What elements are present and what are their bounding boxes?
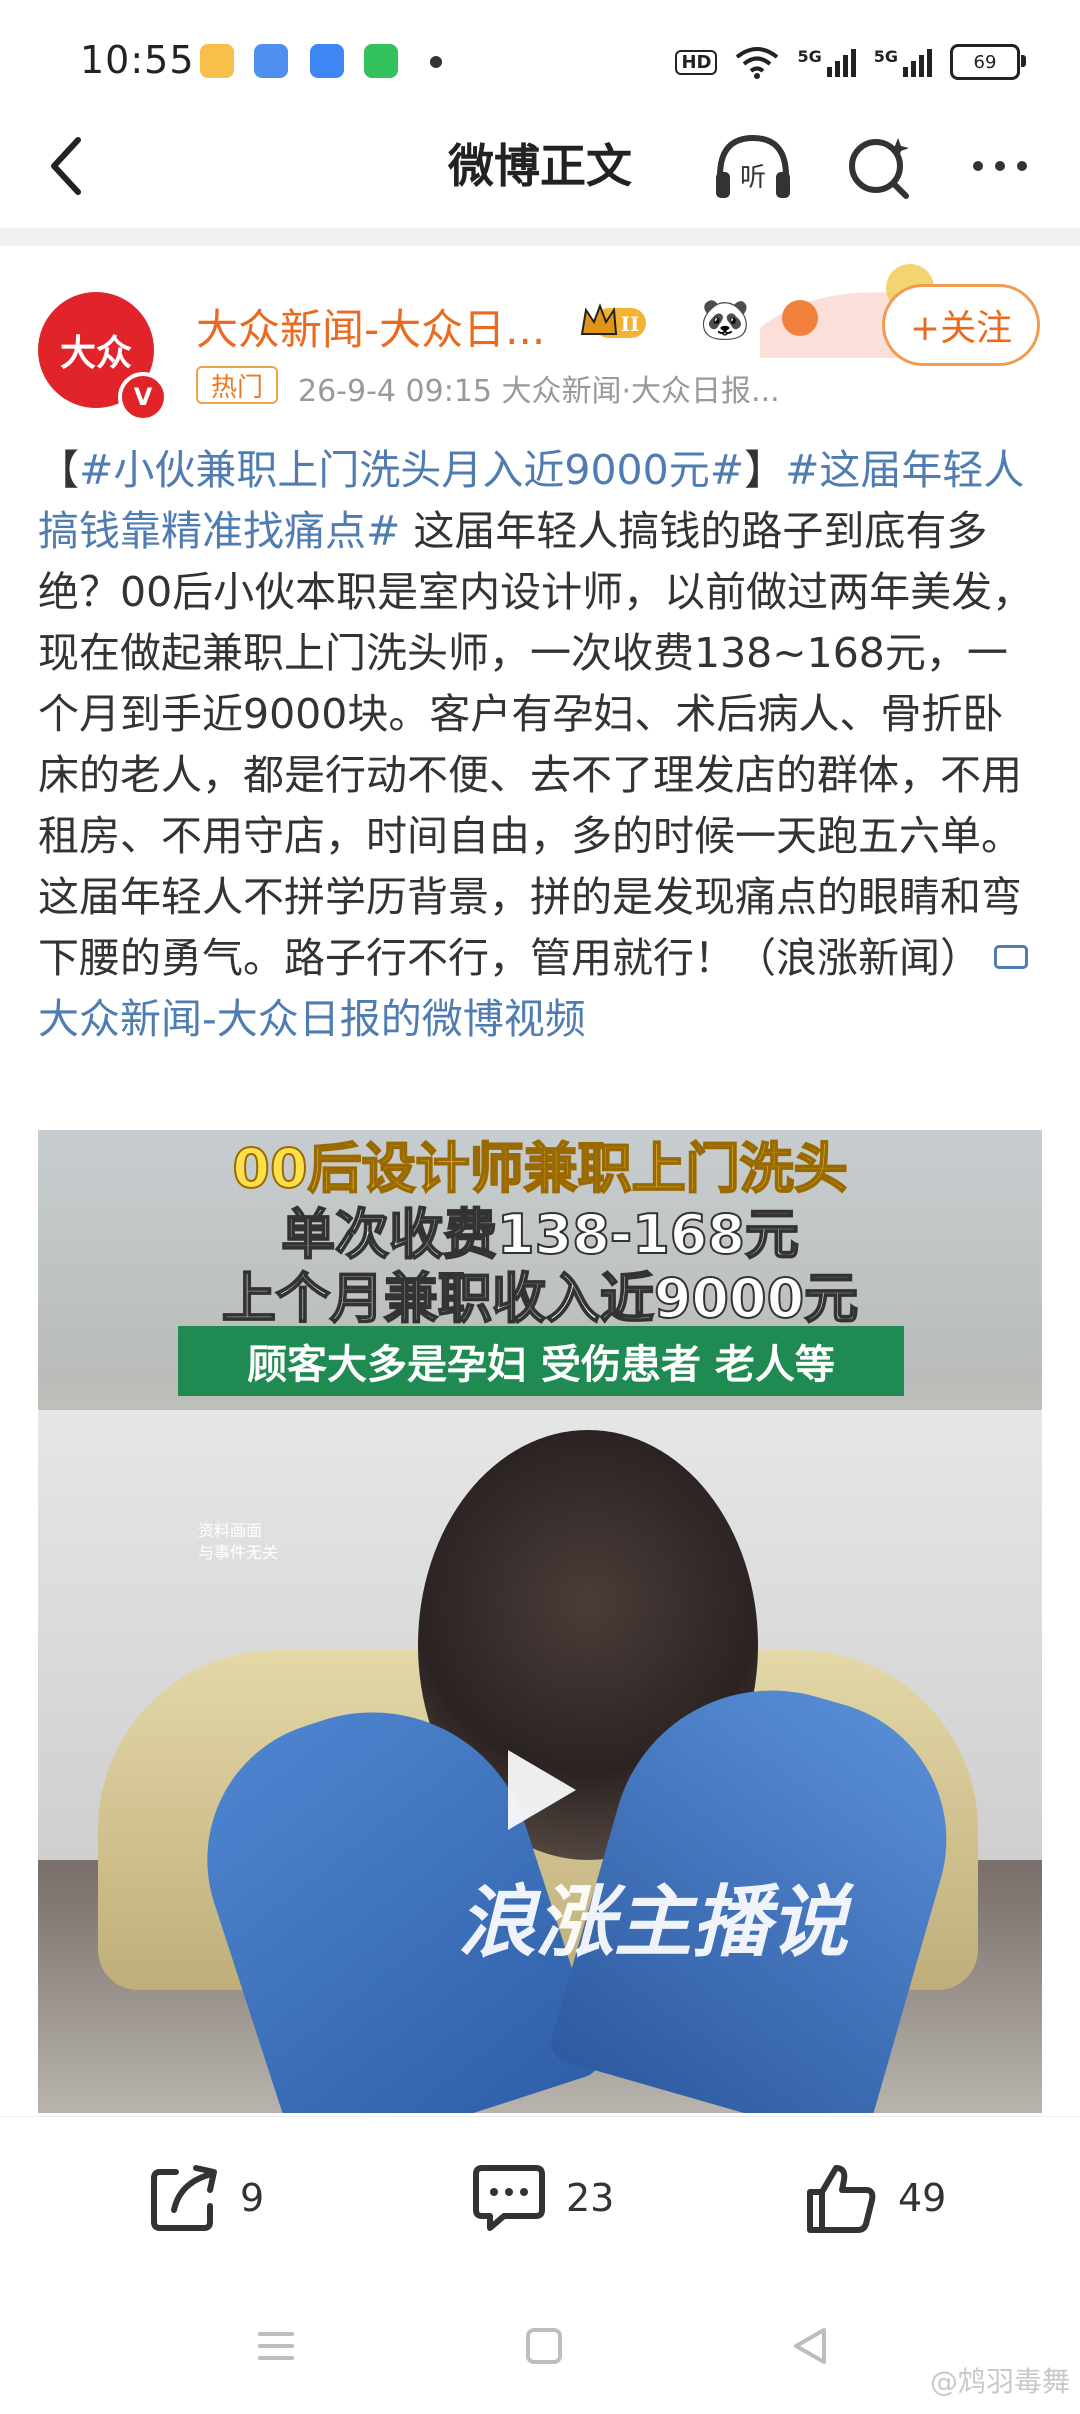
hot-badge: 热门 [196,366,278,404]
signal-icon-1: 5G [797,47,856,77]
panda-icon: 🐼 [700,297,750,343]
message-app-icon [364,44,398,78]
search-button[interactable] [840,126,920,206]
wifi-icon [736,47,779,79]
bracket-open: 【 [38,446,79,494]
video-disclaimer: 资料画面 与事件无关 [198,1521,279,1562]
comment-count: 23 [566,2176,615,2220]
square-icon [526,2328,562,2364]
like-count: 49 [898,2176,947,2220]
more-notifications-dot [430,56,442,68]
status-time: 10:55 [80,38,195,82]
play-icon[interactable] [508,1750,576,1830]
member-level-badge: II [580,300,650,344]
like-button[interactable]: 49 [804,2160,946,2236]
svg-text:II: II [621,312,640,336]
author-name[interactable]: 大众新闻-大众日... [196,296,545,357]
status-indicators: HD 5G 5G 69 [675,44,1026,80]
dot-icon [1017,161,1027,171]
video-caption-3: 上个月兼职收入近9000元 [221,1266,859,1331]
notes-app-icon [310,44,344,78]
triangle-back-icon [794,2328,826,2364]
post-text: 【#小伙兼职上门洗头月入近9000元#】#这届年轻人搞钱靠精准找痛点# 这届年轻… [38,440,1044,1050]
crown-icon: II [580,303,646,338]
bracket-close: 】 [744,446,786,494]
video-link-label: 大众新闻-大众日报的微博视频 [38,995,586,1043]
video-caption-4: 顾客大多是孕妇 受伤患者 老人等 [178,1326,904,1396]
listen-button[interactable]: 听 [710,126,796,206]
search-icon [849,138,909,199]
dot-icon [995,161,1005,171]
post-meta: 26-9-4 09:15 大众新闻·大众日报... [298,374,780,409]
video-camera-icon [994,945,1029,969]
share-icon [151,2165,217,2231]
video-watermark: 浪涨主播说 [458,1877,849,1968]
divider [0,228,1080,246]
back-nav-button[interactable] [790,2326,830,2370]
dot-icon [973,161,983,171]
screenshot-watermark: @鸩羽毒舞 [929,2365,1070,2398]
share-button[interactable]: 9 [146,2160,264,2236]
post-body: 这届年轻人搞钱的路子到底有多绝？00后小伙本职是室内设计师，以前做过两年美发，现… [38,507,1034,982]
comment-icon [473,2165,545,2231]
home-nav-button[interactable] [524,2326,564,2370]
menu-nav-button[interactable] [256,2326,296,2370]
headphones-icon: 听 [716,134,790,198]
thumbs-up-icon [807,2165,876,2233]
verified-badge-icon: V [118,372,168,422]
video-player[interactable]: 00后设计师兼职上门洗头 单次收费138-168元 上个月兼职收入近9000元 … [38,1130,1042,2113]
wallet-app-icon [254,44,288,78]
hd-icon: HD [675,49,718,75]
comment-button[interactable]: 23 [470,2160,614,2236]
share-count: 9 [240,2176,265,2220]
weibo-app-icon [200,44,234,78]
more-options-button[interactable] [960,126,1040,206]
battery-icon: 69 [950,44,1026,80]
menu-icon [258,2332,294,2360]
signal-icon-2: 5G [874,47,932,77]
hashtag-link[interactable]: #小伙兼职上门洗头月入近9000元# [79,446,744,494]
follow-button[interactable]: +关注 [882,284,1040,366]
svg-text:听: 听 [740,163,766,193]
